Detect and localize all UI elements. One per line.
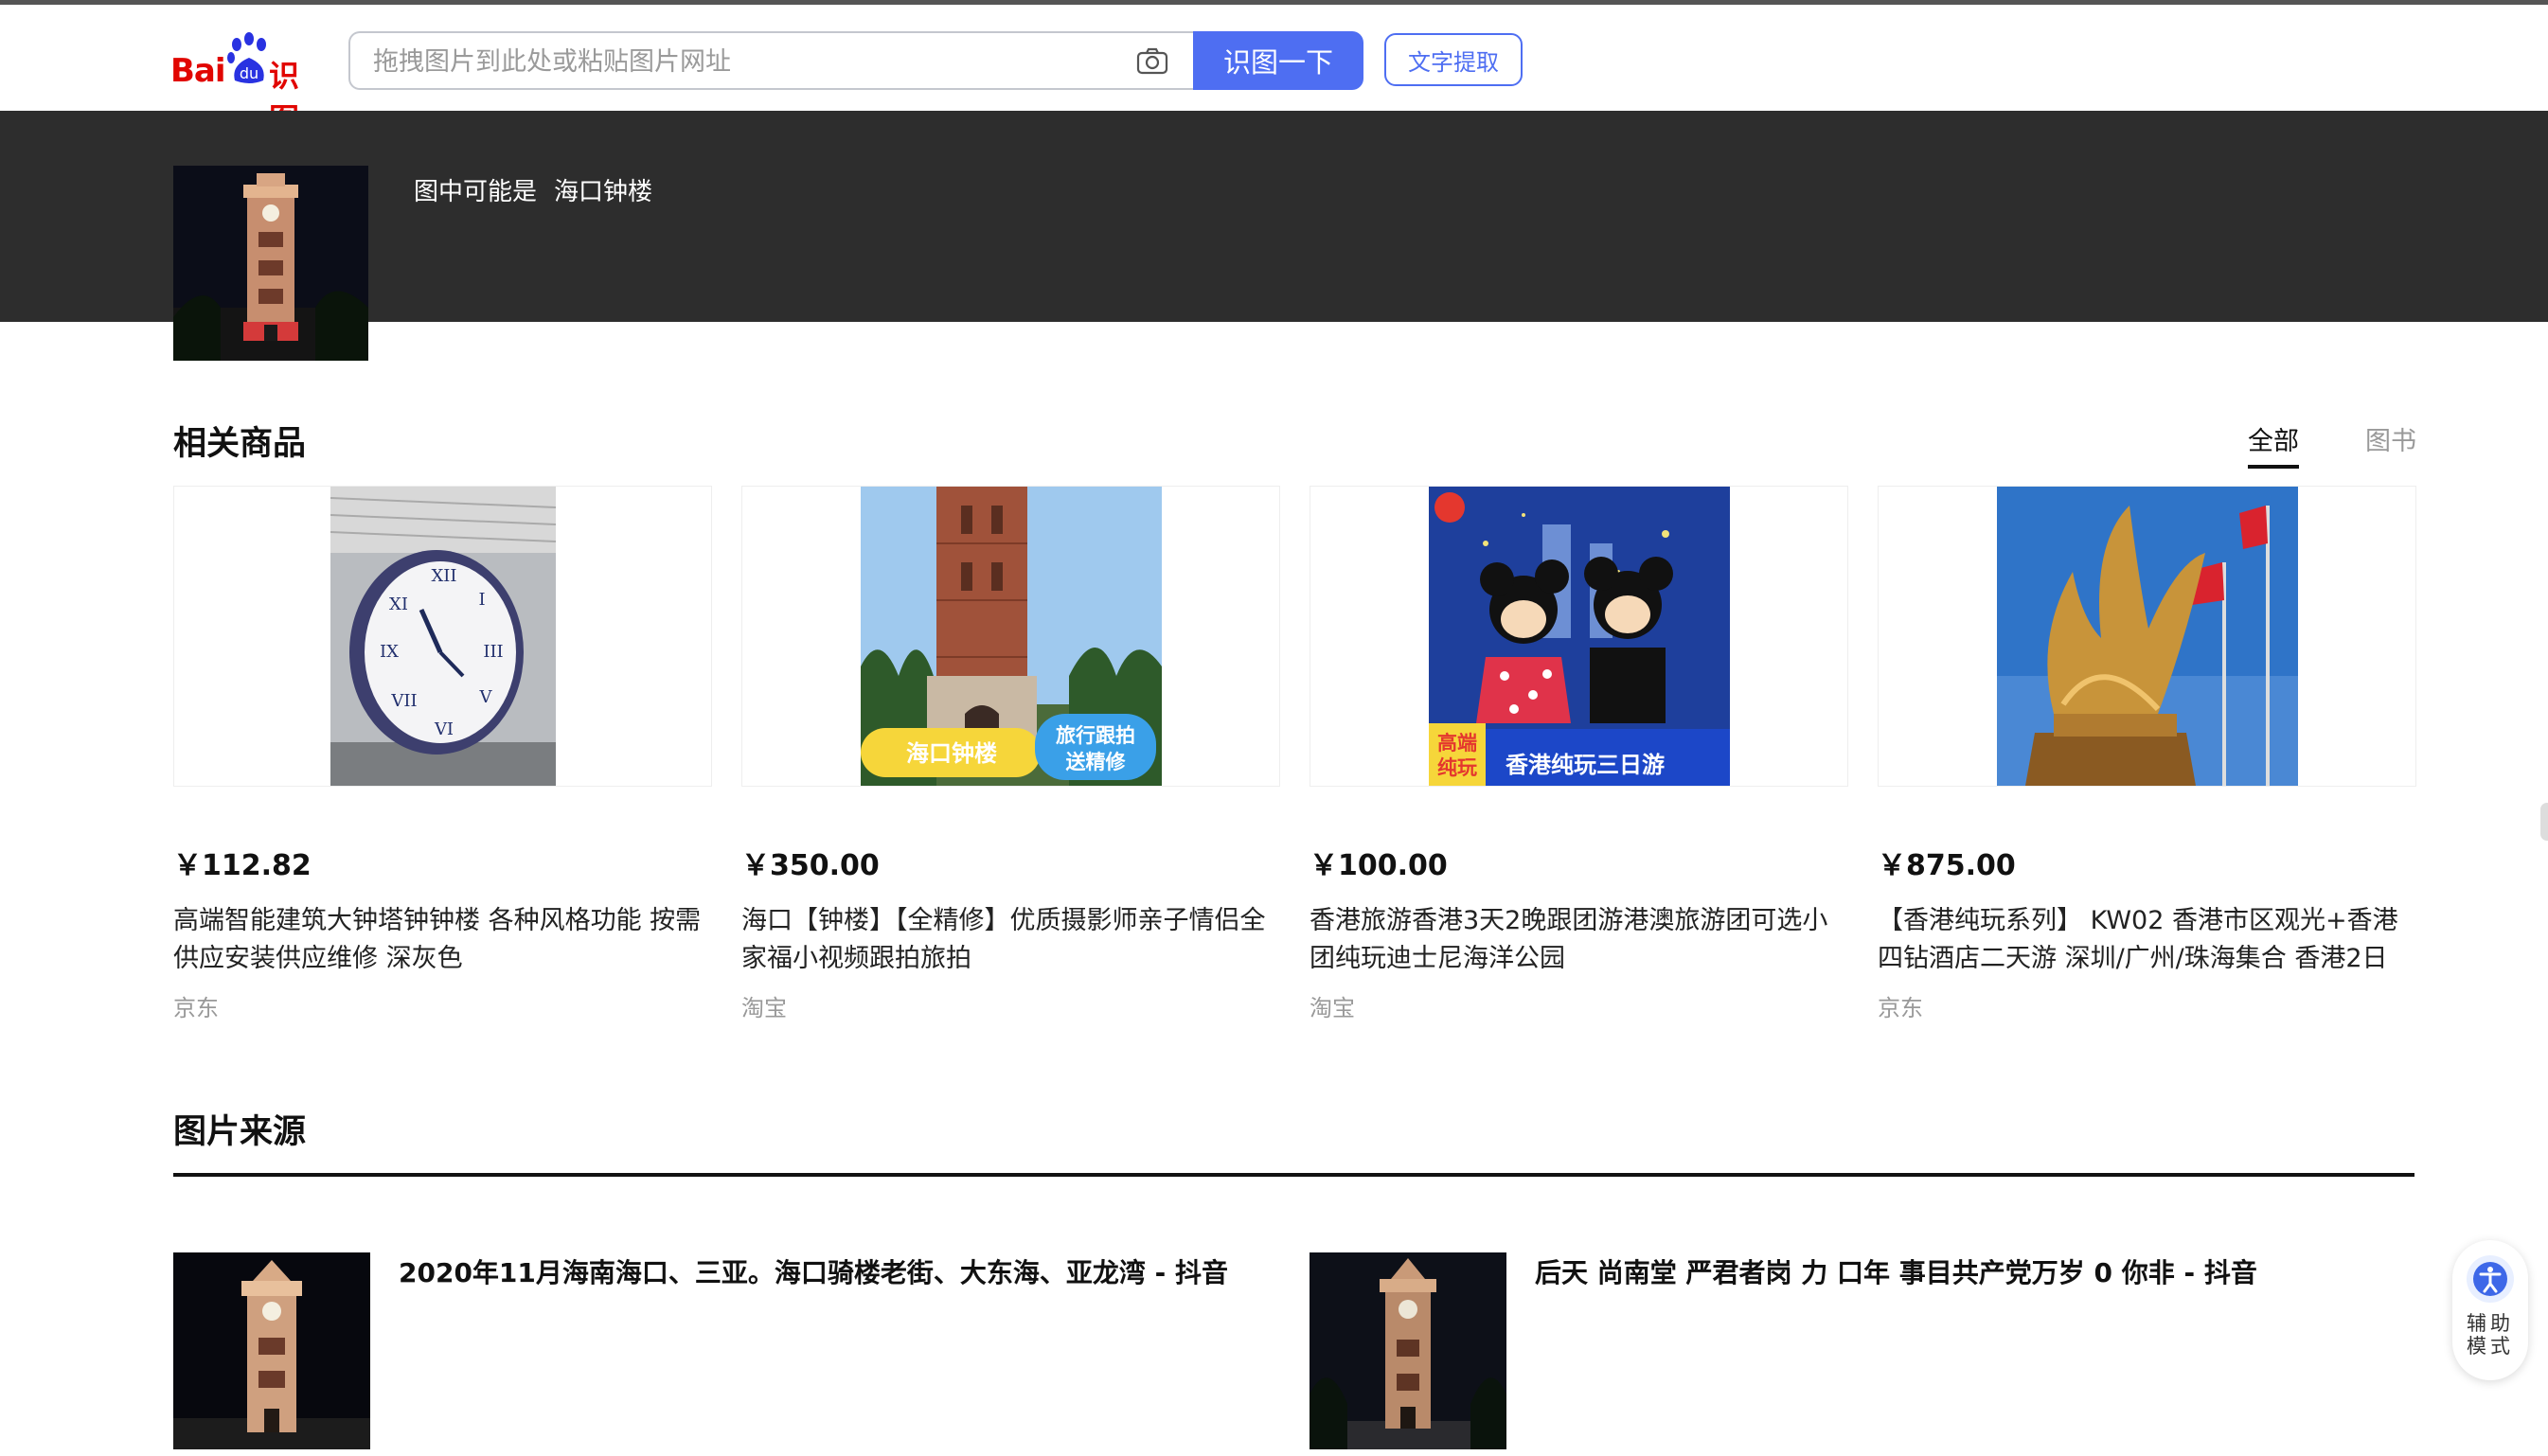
svg-text:IX: IX <box>380 642 399 662</box>
product-image-frame[interactable] <box>1878 486 2416 787</box>
product-title-link[interactable]: 海口【钟楼】【全精修】优质摄影师亲子情侣全家福小视频跟拍旅拍 <box>741 902 1280 978</box>
baidu-paw-icon: du <box>227 32 266 83</box>
related-products-title: 相关商品 <box>173 425 307 463</box>
clock-tower-night-image <box>173 166 368 361</box>
accessibility-mode-button[interactable]: 辅助模式 <box>2452 1240 2528 1380</box>
svg-text:V: V <box>478 687 492 707</box>
product-price: ￥350.00 <box>741 849 880 882</box>
product-image-frame[interactable]: 海口钟楼 旅行跟拍 送精修 <box>741 486 1280 787</box>
product-price: ￥100.00 <box>1310 849 1448 882</box>
camera-icon[interactable] <box>1136 46 1168 75</box>
product-card[interactable]: XII III VI IX I V XI VII ￥112.82 高端智能建筑大钟塔钟钟楼 … <box>173 486 712 1022</box>
product-image-disney-hongkong: 高端 纯玩 香港纯玩三日游 <box>1428 487 1730 786</box>
tab-all[interactable]: 全部 <box>2248 420 2299 469</box>
product-image-frame[interactable]: 高端 纯玩 香港纯玩三日游 <box>1310 486 1848 787</box>
svg-text:旅行跟拍: 旅行跟拍 <box>1056 724 1135 747</box>
svg-text:III: III <box>483 642 503 662</box>
product-image-haikou-clocktower-photo: 海口钟楼 旅行跟拍 送精修 <box>860 487 1162 786</box>
edge-scroll-handle[interactable] <box>2540 803 2548 841</box>
svg-text:VII: VII <box>390 691 417 711</box>
product-title-link[interactable]: 高端智能建筑大钟塔钟钟楼 各种风格功能 按需供应安装供应维修 深灰色 <box>173 902 712 978</box>
query-image-thumbnail[interactable] <box>173 166 368 361</box>
product-title-link[interactable]: 【香港纯玩系列】 KW02 香港市区观光+香港四钻酒店二天游 深圳/广州/珠海集… <box>1878 902 2416 978</box>
product-image-golden-bauhinia <box>1996 487 2298 786</box>
logo-text-bai: Bai <box>170 52 226 90</box>
product-price: ￥112.82 <box>173 849 312 882</box>
result-prefix: 图中可能是 <box>414 178 538 206</box>
product-card[interactable]: ￥875.00 【香港纯玩系列】 KW02 香港市区观光+香港四钻酒店二天游 深… <box>1878 486 2416 1022</box>
product-shop: 淘宝 <box>741 995 787 1021</box>
result-banner <box>0 111 2548 322</box>
source-thumbnail[interactable] <box>1310 1252 1506 1449</box>
section-divider <box>173 1173 2414 1177</box>
product-shop: 京东 <box>173 995 219 1021</box>
product-shop: 淘宝 <box>1310 995 1355 1021</box>
product-card[interactable]: 高端 纯玩 香港纯玩三日游 ￥100.00 香港旅游香港3天2晚跟团游港澳旅游团… <box>1310 486 1848 1022</box>
product-shop: 京东 <box>1878 995 1923 1021</box>
svg-text:纯玩: 纯玩 <box>1437 756 1477 779</box>
svg-text:海口钟楼: 海口钟楼 <box>906 740 997 767</box>
search-button[interactable]: 识图一下 <box>1193 31 1363 90</box>
svg-text:du: du <box>240 64 258 82</box>
product-price: ￥875.00 <box>1878 849 2016 882</box>
accessibility-icon <box>2467 1255 2514 1303</box>
svg-text:高端: 高端 <box>1437 732 1477 755</box>
search-box <box>348 31 1193 90</box>
source-title-link[interactable]: 后天 尚南堂 严君者岗 力 口年 事目共产党万岁 0 你非 - 抖音 <box>1535 1252 2257 1290</box>
text-extract-button[interactable]: 文字提取 <box>1384 33 1523 86</box>
svg-text:XI: XI <box>389 595 408 614</box>
header: Bai du 识图 识图一下 文字提取 <box>0 5 2548 137</box>
svg-text:XII: XII <box>431 566 456 586</box>
source-title-link[interactable]: 2020年11月海南海口、三亚。海口骑楼老街、大东海、亚龙湾 - 抖音 <box>399 1252 1228 1290</box>
svg-text:送精修: 送精修 <box>1065 751 1126 773</box>
svg-text:香港纯玩三日游: 香港纯玩三日游 <box>1506 752 1665 778</box>
product-image-frame[interactable]: XII III VI IX I V XI VII <box>173 486 712 787</box>
svg-text:VI: VI <box>433 719 453 739</box>
recognition-result: 图中可能是 海口钟楼 <box>414 172 652 207</box>
product-image-tower-clock: XII III VI IX I V XI VII <box>330 487 556 786</box>
result-keyword-link[interactable]: 海口钟楼 <box>554 178 652 206</box>
search-input[interactable] <box>371 33 1095 90</box>
image-sources-title: 图片来源 <box>173 1113 307 1151</box>
source-thumbnail[interactable] <box>173 1252 370 1449</box>
baidu-shitu-logo[interactable]: Bai du 识图 <box>170 31 322 137</box>
product-title-link[interactable]: 香港旅游香港3天2晚跟团游港澳旅游团可选小团纯玩迪士尼海洋公园 <box>1310 902 1848 978</box>
tab-books[interactable]: 图书 <box>2365 420 2416 457</box>
accessibility-mode-label: 辅助模式 <box>2467 1312 2514 1358</box>
svg-text:I: I <box>478 590 485 610</box>
product-card[interactable]: 海口钟楼 旅行跟拍 送精修 ￥350.00 海口【钟楼】【全精修】优质摄影师亲子… <box>741 486 1280 1022</box>
